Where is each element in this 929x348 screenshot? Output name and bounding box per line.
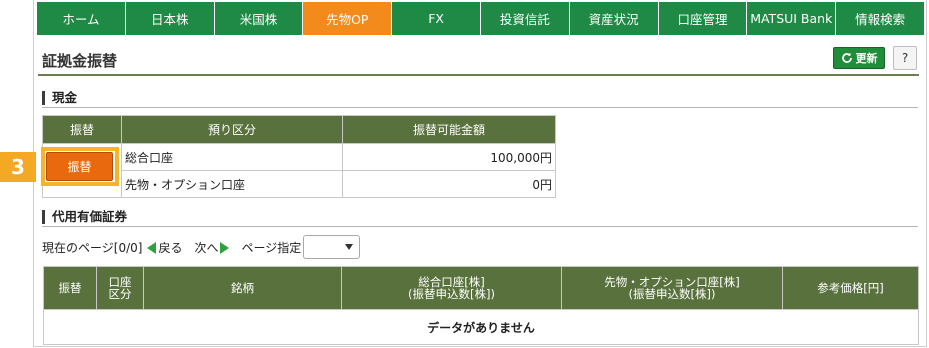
refresh-label: 更新 [855, 52, 878, 65]
nav-fx[interactable]: FX [392, 2, 481, 35]
col-account-type: 口座 区分 [96, 266, 144, 310]
title-divider [38, 74, 919, 76]
chevron-down-icon [345, 244, 353, 250]
cash-table-header: 振替 預り区分 振替可能金額 [42, 115, 556, 144]
main-nav: ホーム 日本株 米国株 先物OP FX 投資信託 資産状況 口座管理 MATSU… [37, 2, 924, 35]
col-deposit-type: 預り区分 [121, 115, 343, 144]
nav-us-stocks[interactable]: 米国株 [214, 2, 304, 35]
account-type: 総合口座 [121, 143, 343, 171]
securities-section-divider [42, 226, 918, 227]
nav-home[interactable]: ホーム [37, 2, 126, 35]
securities-section-heading: 代用有価証券 [42, 210, 127, 224]
col-futures-account-shares: 先物・オプション口座[株] (振替申込数[株]) [561, 266, 783, 310]
col-transfer: 振替 [42, 115, 122, 144]
refresh-icon [841, 52, 852, 63]
page-select-label: ページ指定 [241, 241, 302, 255]
next-link[interactable]: 次へ [194, 239, 218, 256]
col-issue: 銘柄 [143, 266, 342, 310]
transferable-amount: 100,000円 [342, 143, 556, 171]
back-link[interactable]: 戻る [158, 239, 182, 256]
nav-info-search[interactable]: 情報検索 [836, 2, 924, 35]
step-number-badge: 3 [0, 152, 36, 182]
pager: 現在のページ[0/0] 戻る 次へ ページ指定 [42, 239, 301, 256]
cash-section-divider [42, 107, 918, 108]
col-general-account-shares: 総合口座[株] (振替申込数[株]) [341, 266, 562, 310]
cash-section-heading: 現金 [42, 91, 77, 105]
nav-futures-options[interactable]: 先物OP [303, 2, 393, 35]
help-button[interactable]: ? [893, 46, 917, 70]
transferable-amount: 0円 [342, 170, 556, 198]
table-row: データがありません [43, 309, 919, 345]
account-type: 先物・オプション口座 [121, 170, 343, 198]
refresh-button[interactable]: 更新 [833, 47, 885, 69]
securities-table: 振替 口座 区分 銘柄 総合口座[株] (振替申込数[株]) 先物・オプション口座[… [43, 266, 919, 345]
current-page-indicator: 現在のページ[0/0] [42, 241, 143, 255]
transfer-button[interactable]: 振替 [46, 152, 113, 181]
nav-asset-status[interactable]: 資産状況 [569, 2, 659, 35]
back-arrow-icon[interactable] [147, 241, 157, 254]
col-transferable-amount: 振替可能金額 [342, 115, 556, 144]
empty-message: データがありません [43, 309, 919, 345]
page-select[interactable] [303, 235, 360, 259]
cash-table: 振替 預り区分 振替可能金額 総合口座 100,000円 先物・オプション口座 … [42, 115, 556, 198]
nav-investment-trusts[interactable]: 投資信託 [480, 2, 570, 35]
next-arrow-icon[interactable] [220, 241, 230, 254]
col-reference-price: 参考価格[円] [782, 266, 919, 310]
page-title: 証拠金振替 [42, 52, 118, 70]
nav-japan-stocks[interactable]: 日本株 [125, 2, 215, 35]
table-row: 総合口座 100,000円 [42, 143, 556, 198]
nav-account-management[interactable]: 口座管理 [658, 2, 748, 35]
col-transfer: 振替 [43, 266, 97, 310]
securities-table-header: 振替 口座 区分 銘柄 総合口座[株] (振替申込数[株]) 先物・オプション口座[… [43, 266, 919, 310]
nav-matsui-bank[interactable]: MATSUI Bank [747, 2, 837, 35]
